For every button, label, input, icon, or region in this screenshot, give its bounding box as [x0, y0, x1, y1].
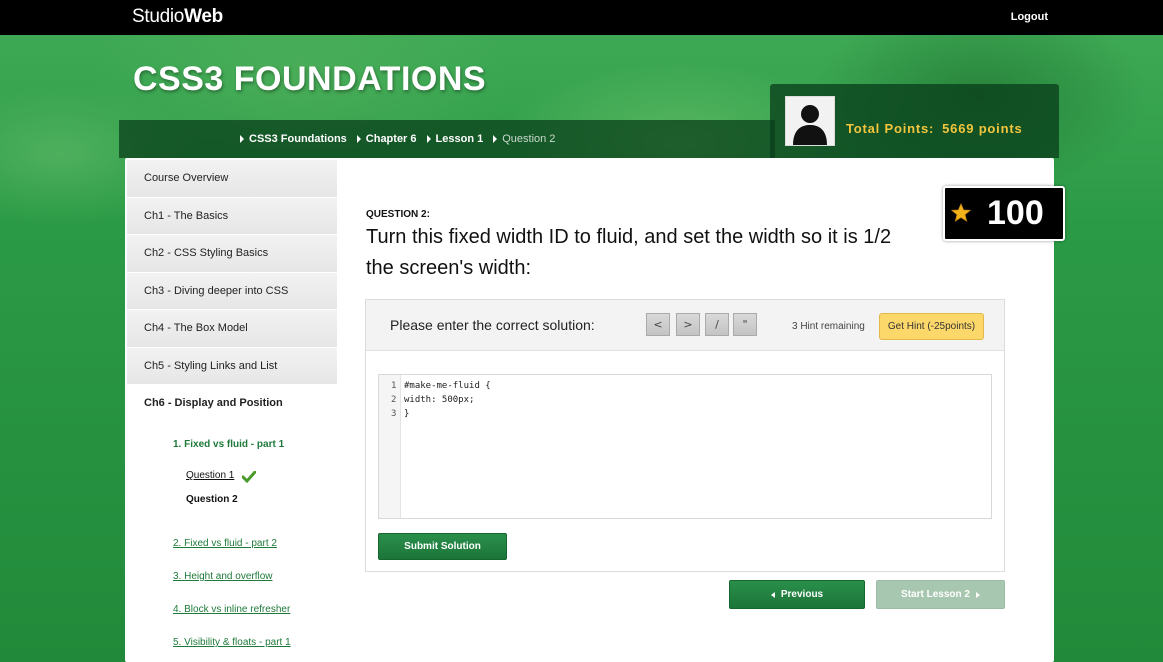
line-number: 3 [391, 409, 397, 419]
sidebar-item-ch6[interactable]: Ch6 - Display and Position [127, 385, 337, 421]
breadcrumb-lesson[interactable]: Lesson 1 [426, 133, 483, 145]
question-text: Turn this fixed width ID to fluid, and s… [366, 226, 892, 279]
line-number: 2 [391, 395, 397, 405]
hints-remaining: 3 Hint remaining [792, 321, 865, 332]
breadcrumb-question: Question 2 [493, 133, 555, 145]
code-line: width: 500px; [404, 395, 475, 405]
course-title: CSS3 FOUNDATIONS [133, 60, 487, 98]
total-points-value: 5669 points [942, 121, 1023, 136]
total-points: Total Points: 5669 points [846, 121, 1022, 136]
sidebar-item-ch4[interactable]: Ch4 - The Box Model [127, 310, 337, 348]
question-link-2[interactable]: Question 2 [186, 494, 238, 505]
sidebar: Course Overview Ch1 - The Basics Ch2 - C… [127, 160, 337, 421]
sidebar-item-ch3[interactable]: Ch3 - Diving deeper into CSS [127, 272, 337, 310]
studioweb-logo[interactable]: StudioWeb [132, 6, 223, 28]
lesson-link-3[interactable]: 3. Height and overflow [173, 571, 273, 582]
insert-gt-button[interactable]: > [676, 313, 700, 336]
caret-right-icon [426, 135, 431, 143]
score-value: 100 [987, 194, 1044, 232]
logo-prefix: Studio [132, 6, 185, 27]
total-points-label: Total Points: [846, 121, 935, 136]
caret-right-icon [975, 591, 980, 598]
insert-quote-button[interactable]: " [733, 313, 757, 336]
answer-prompt: Please enter the correct solution: [390, 317, 595, 333]
code-line: #make-me-fluid { [404, 381, 491, 391]
line-number: 1 [391, 381, 397, 391]
question-link-1[interactable]: Question 1 [186, 470, 234, 481]
lesson-link-5[interactable]: 5. Visibility & floats - part 1 [173, 637, 291, 648]
next-label: Start Lesson 2 [901, 589, 970, 600]
code-line: } [404, 409, 410, 419]
breadcrumb-chapter[interactable]: Chapter 6 [356, 133, 417, 145]
lesson-link-4[interactable]: 4. Block vs inline refresher [173, 604, 290, 615]
previous-button[interactable]: Previous [729, 580, 865, 609]
start-lesson-2-button[interactable]: Start Lesson 2 [876, 580, 1005, 609]
code-editor[interactable]: 1 2 3 #make-me-fluid { width: 500px; } [378, 374, 992, 519]
caret-left-icon [770, 591, 775, 598]
logo-suffix: Web [184, 6, 223, 27]
lesson-link-2[interactable]: 2. Fixed vs fluid - part 2 [173, 538, 277, 549]
score-badge: 100 [943, 186, 1065, 241]
question-label: QUESTION 2: [366, 209, 430, 220]
sidebar-item-ch5[interactable]: Ch5 - Styling Links and List [127, 347, 337, 385]
avatar[interactable] [785, 96, 835, 146]
sidebar-item-ch1[interactable]: Ch1 - The Basics [127, 197, 337, 235]
caret-right-icon [356, 135, 361, 143]
sidebar-item-overview[interactable]: Course Overview [127, 160, 337, 198]
user-silhouette-icon [793, 105, 827, 145]
insert-lt-button[interactable]: < [646, 313, 670, 336]
breadcrumb-course[interactable]: CSS3 Foundations [240, 133, 347, 145]
caret-right-icon [240, 135, 244, 143]
star-icon [951, 203, 971, 222]
previous-label: Previous [780, 589, 824, 600]
editor-gutter [379, 375, 401, 518]
lesson-link-1[interactable]: 1. Fixed vs fluid - part 1 [173, 439, 284, 450]
submit-solution-button[interactable]: Submit Solution [378, 533, 507, 560]
breadcrumb: CSS3 Foundations Chapter 6 Lesson 1 Ques… [240, 133, 555, 145]
logout-link[interactable]: Logout [1011, 11, 1048, 23]
sidebar-item-ch2[interactable]: Ch2 - CSS Styling Basics [127, 235, 337, 273]
caret-right-icon [493, 135, 498, 143]
get-hint-button[interactable]: Get Hint (-25points) [879, 313, 984, 340]
insert-slash-button[interactable]: / [705, 313, 729, 336]
checkmark-icon [242, 471, 256, 483]
